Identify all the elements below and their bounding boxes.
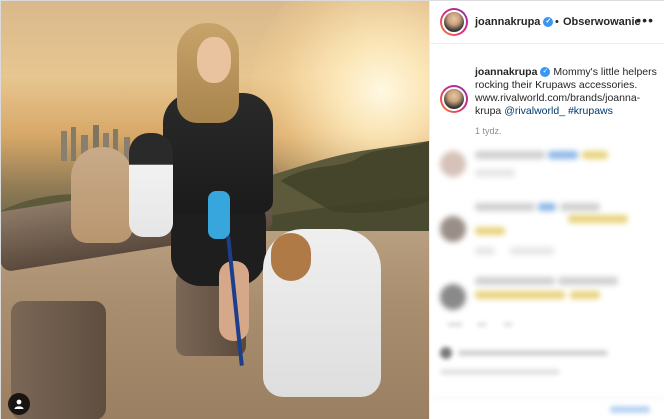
user-tag-icon[interactable] bbox=[8, 393, 30, 415]
separator-dot: • bbox=[555, 16, 559, 28]
avatar bbox=[440, 216, 466, 242]
post-header: joannakrupa ✓ • Obserwowanie ••• bbox=[430, 1, 664, 44]
comment-line bbox=[548, 151, 578, 159]
caption-username[interactable]: joannakrupa bbox=[475, 66, 537, 78]
likes-summary-line bbox=[440, 365, 660, 379]
comment-line bbox=[538, 203, 556, 211]
mention-link[interactable]: @rivalworld_ bbox=[504, 105, 565, 117]
comment-line bbox=[560, 203, 600, 211]
small-dog bbox=[71, 147, 133, 243]
action-icons bbox=[448, 323, 512, 326]
comment-line bbox=[558, 277, 618, 285]
post-actions bbox=[430, 293, 664, 333]
follow-button[interactable]: Obserwowanie bbox=[563, 16, 641, 28]
comment-line bbox=[475, 277, 555, 285]
header-username[interactable]: joannakrupa ✓ bbox=[475, 16, 554, 28]
woman-face bbox=[197, 37, 231, 83]
comment-line bbox=[568, 215, 628, 223]
caption-text: joannakrupa ✓ Mommy's little helpers rock… bbox=[475, 66, 659, 118]
comment-line bbox=[475, 169, 515, 177]
avatar[interactable] bbox=[440, 8, 468, 36]
comment-line bbox=[582, 151, 608, 159]
instagram-post: joannakrupa ✓ • Obserwowanie ••• joannakr… bbox=[0, 0, 664, 419]
black-white-dog bbox=[129, 133, 173, 237]
post-time: 1 tydz. bbox=[475, 126, 502, 136]
verified-badge-icon: ✓ bbox=[540, 67, 551, 78]
hashtag-link[interactable]: #krupaws bbox=[565, 105, 613, 117]
post-sidebar: joannakrupa ✓ • Obserwowanie ••• joannakr… bbox=[429, 1, 664, 419]
comment-line bbox=[475, 151, 545, 159]
more-dots-icon[interactable]: ••• bbox=[636, 12, 654, 28]
pitbull-ear-patch bbox=[271, 233, 311, 281]
likes-summary bbox=[440, 343, 660, 363]
avatar bbox=[440, 151, 466, 177]
avatar[interactable] bbox=[440, 85, 468, 113]
comment-line bbox=[475, 247, 495, 255]
post-photo[interactable] bbox=[1, 1, 429, 419]
comment-line bbox=[510, 247, 554, 255]
verified-badge-icon: ✓ bbox=[543, 17, 554, 28]
comment-bar[interactable] bbox=[430, 397, 664, 419]
comment-line bbox=[475, 203, 535, 211]
comment-line bbox=[475, 227, 505, 235]
water-bottle bbox=[208, 191, 230, 239]
